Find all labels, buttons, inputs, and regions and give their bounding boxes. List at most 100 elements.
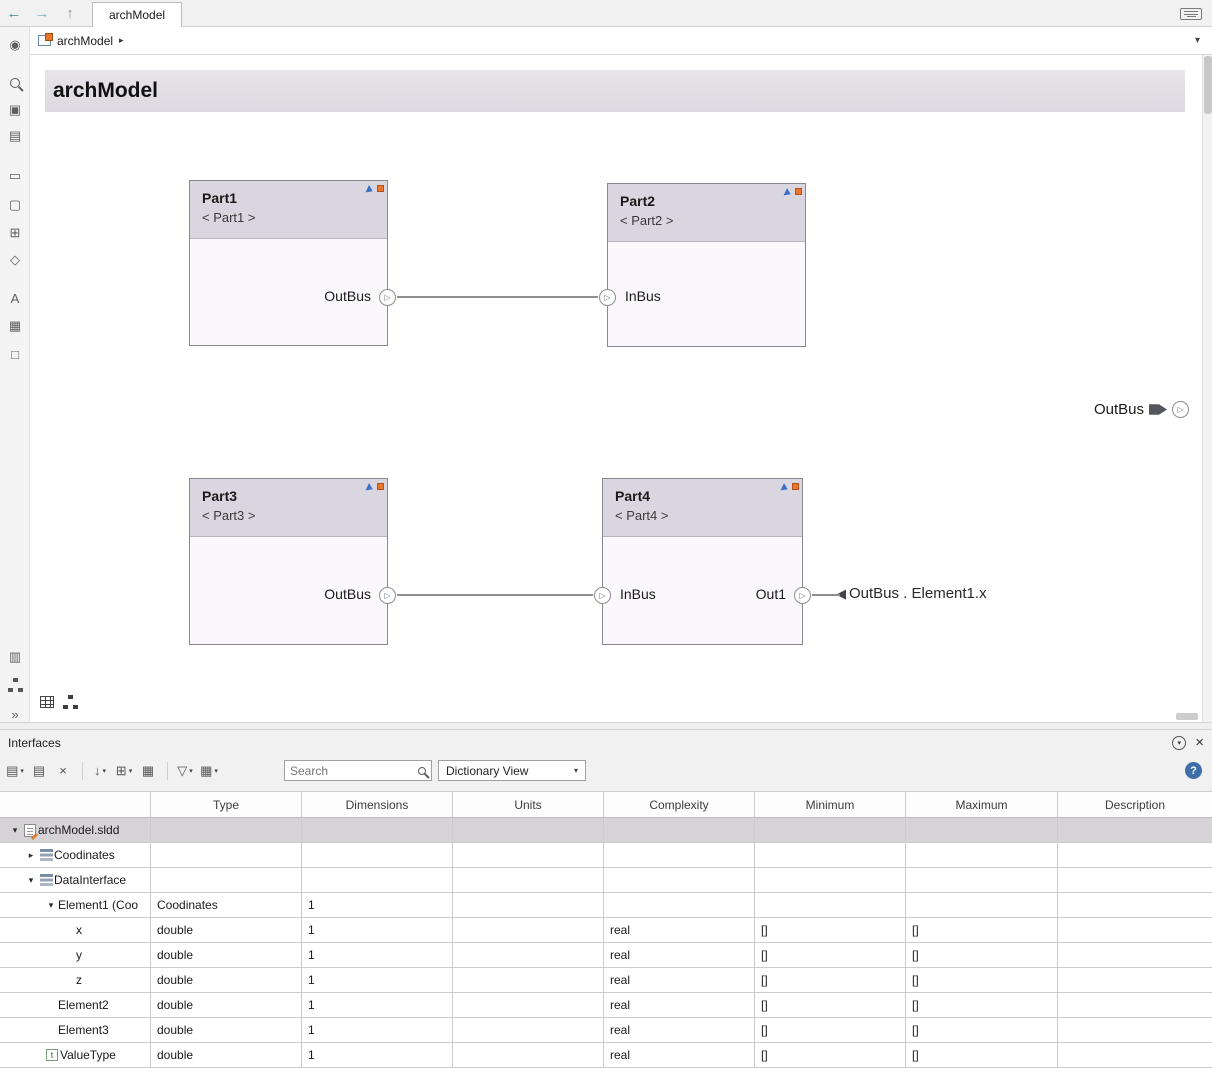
breadcrumb-item[interactable]: archModel (57, 34, 113, 48)
stereotype-icon[interactable]: ◇ (3, 248, 27, 272)
cell-maximum[interactable]: [] (906, 993, 1058, 1018)
signal-label[interactable]: ◀ OutBus . Element1.x (836, 585, 987, 602)
table-view-button[interactable]: ▦▾ (198, 760, 220, 782)
export-button[interactable]: ⊞▾ (113, 760, 135, 782)
expand-arrow-icon[interactable]: ▸ (24, 843, 38, 867)
column-header-name[interactable] (0, 792, 151, 818)
cell-name[interactable]: x (0, 918, 151, 943)
hide-toolstrip-chevron-icon[interactable]: ▾ (1191, 35, 1204, 46)
cell-type[interactable] (151, 868, 302, 893)
cell-units[interactable] (453, 843, 604, 868)
component-part1[interactable]: Part1< Part1 >▷OutBus (189, 180, 388, 346)
cell-complexity[interactable]: real (604, 1043, 755, 1068)
cell-name[interactable]: ValueType (0, 1043, 151, 1068)
cell-type[interactable] (151, 818, 302, 843)
cell-type[interactable]: Coodinates (151, 893, 302, 918)
table-row-valuetype[interactable]: ValueTypedouble1real[][] (0, 1043, 1212, 1068)
column-header-maximum[interactable]: Maximum (906, 792, 1058, 818)
cell-units[interactable] (453, 1043, 604, 1068)
cell-units[interactable] (453, 868, 604, 893)
cell-complexity[interactable]: real (604, 993, 755, 1018)
panel-collapse-icon[interactable]: ▾ (1172, 736, 1186, 750)
cell-minimum[interactable]: [] (755, 1043, 906, 1068)
cell-name[interactable]: ▾archModel.sldd (0, 818, 151, 843)
collapse-arrow-icon[interactable]: ▾ (8, 818, 22, 842)
port-inbus[interactable]: ▷ (594, 587, 611, 604)
table-row-element3[interactable]: Element3double1real[][] (0, 1018, 1212, 1043)
panel-splitter[interactable] (0, 722, 1212, 730)
cell-minimum[interactable]: [] (755, 943, 906, 968)
cell-complexity[interactable]: real (604, 918, 755, 943)
cell-description[interactable] (1058, 818, 1212, 843)
cell-maximum[interactable] (906, 818, 1058, 843)
cell-dimensions[interactable] (302, 868, 453, 893)
cell-name[interactable]: ▾DataInterface (0, 868, 151, 893)
collapse-arrow-icon[interactable]: ▾ (44, 893, 58, 917)
search-input[interactable] (290, 764, 418, 778)
scrollbar-thumb[interactable] (1204, 56, 1212, 114)
cell-units[interactable] (453, 993, 604, 1018)
hierarchy-view-icon[interactable] (63, 695, 78, 709)
viewport-icon[interactable]: ▭ (3, 164, 27, 188)
cell-name[interactable]: y (0, 943, 151, 968)
cell-dimensions[interactable] (302, 843, 453, 868)
view-select[interactable]: Dictionary View ▾ (438, 760, 586, 781)
column-header-type[interactable]: Type (151, 792, 302, 818)
explore-icon[interactable]: ◉ (3, 33, 27, 57)
cell-complexity[interactable] (604, 868, 755, 893)
canvas-horizontal-scrollbar[interactable] (1176, 713, 1198, 720)
cell-description[interactable] (1058, 893, 1212, 918)
cell-maximum[interactable]: [] (906, 918, 1058, 943)
cell-description[interactable] (1058, 868, 1212, 893)
cell-type[interactable]: double (151, 918, 302, 943)
cell-name[interactable]: Element3 (0, 1018, 151, 1043)
port-inbus[interactable]: ▷ (599, 289, 616, 306)
back-button[interactable]: ← (0, 1, 28, 26)
cell-dimensions[interactable]: 1 (302, 893, 453, 918)
cell-description[interactable] (1058, 943, 1212, 968)
table-row-z[interactable]: zdouble1real[][] (0, 968, 1212, 993)
cell-minimum[interactable] (755, 818, 906, 843)
area-icon[interactable]: □ (3, 342, 27, 366)
cell-units[interactable] (453, 1018, 604, 1043)
cell-type[interactable]: double (151, 993, 302, 1018)
component-part2[interactable]: Part2< Part2 >▷InBus (607, 183, 806, 347)
interface-view-icon[interactable] (40, 696, 54, 708)
cell-description[interactable] (1058, 843, 1212, 868)
cell-description[interactable] (1058, 968, 1212, 993)
cell-name[interactable]: z (0, 968, 151, 993)
cell-maximum[interactable] (906, 893, 1058, 918)
cell-dimensions[interactable]: 1 (302, 1043, 453, 1068)
cell-complexity[interactable] (604, 893, 755, 918)
column-header-description[interactable]: Description (1058, 792, 1212, 818)
port-out1[interactable]: ▷ (794, 587, 811, 604)
cell-maximum[interactable]: [] (906, 943, 1058, 968)
cell-dimensions[interactable]: 1 (302, 993, 453, 1018)
cell-complexity[interactable]: real (604, 1018, 755, 1043)
model-browser-icon[interactable] (3, 673, 27, 697)
cell-dimensions[interactable]: 1 (302, 1018, 453, 1043)
image-icon[interactable]: ▦ (3, 314, 27, 338)
connector-wire-1[interactable] (397, 296, 598, 298)
table-row-y[interactable]: ydouble1real[][] (0, 943, 1212, 968)
cell-description[interactable] (1058, 918, 1212, 943)
cell-name[interactable]: ▾Element1 (Coo (0, 893, 151, 918)
screenshot-icon[interactable]: ▥ (3, 645, 27, 669)
cell-maximum[interactable]: [] (906, 1018, 1058, 1043)
port-outbus[interactable]: ▷ (379, 289, 396, 306)
help-button[interactable]: ? (1185, 762, 1202, 779)
column-header-minimum[interactable]: Minimum (755, 792, 906, 818)
cell-description[interactable] (1058, 1043, 1212, 1068)
cell-name[interactable]: Element2 (0, 993, 151, 1018)
cell-type[interactable]: double (151, 1043, 302, 1068)
fit-to-view-icon[interactable]: ▣ (3, 98, 27, 122)
filter-button[interactable]: ▽▾ (174, 760, 196, 782)
add-element-button[interactable]: ▤ (28, 760, 50, 782)
add-interface-button[interactable]: ▤▾ (4, 760, 26, 782)
collapse-arrow-icon[interactable]: ▾ (24, 868, 38, 892)
table-row-datainterface[interactable]: ▾DataInterface (0, 868, 1212, 893)
cell-minimum[interactable] (755, 893, 906, 918)
cell-minimum[interactable]: [] (755, 918, 906, 943)
delete-button[interactable]: × (52, 760, 74, 782)
column-header-units[interactable]: Units (453, 792, 604, 818)
